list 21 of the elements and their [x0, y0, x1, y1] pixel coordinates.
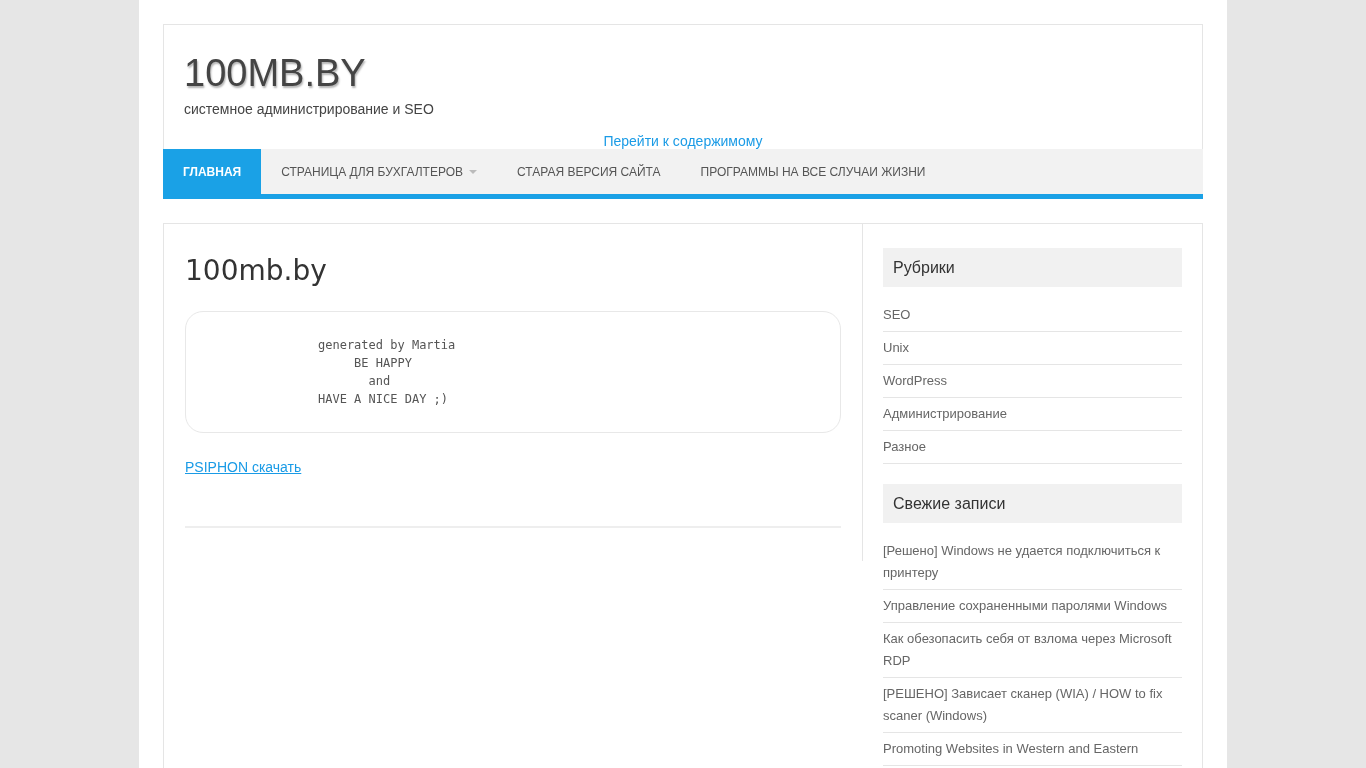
widget-title: Свежие записи: [883, 484, 1182, 523]
nav-item[interactable]: СТРАНИЦА ДЛЯ БУХГАЛТЕРОВ: [261, 149, 497, 194]
sidebar-link[interactable]: Как обезопасить себя от взлома через Microsoft RDP: [883, 628, 1182, 672]
widget-title: Рубрики: [883, 248, 1182, 287]
sidebar-link[interactable]: SEO: [883, 304, 1182, 326]
sidebar-link[interactable]: [РЕШЕНО] Зависает сканер (WIA) / HOW to fix scaner (Windows): [883, 683, 1182, 727]
code-block: generated by Martia BE HAPPY and HAVE A NICE DAY ;): [185, 311, 841, 433]
site-tagline: системное администрирование и SEO: [184, 101, 435, 117]
nav-item[interactable]: СТАРАЯ ВЕРСИЯ САЙТА: [497, 149, 681, 194]
sidebar-link[interactable]: Unix: [883, 337, 1182, 359]
skip-link[interactable]: Перейти к содержимому: [603, 133, 763, 149]
sidebar-link[interactable]: Разное: [883, 436, 1182, 458]
download-link[interactable]: PSIPHON скачать: [185, 459, 302, 475]
post-title: 100mb.by: [185, 254, 328, 287]
sidebar-link[interactable]: WordPress: [883, 370, 1182, 392]
sidebar-link[interactable]: Promoting Websites in Western and Eastern: [883, 738, 1182, 760]
site-title[interactable]: 100MB.BY: [184, 51, 366, 95]
sidebar-link[interactable]: Администрирование: [883, 403, 1182, 425]
nav-item[interactable]: ПРОГРАММЫ НА ВСЕ СЛУЧАИ ЖИЗНИ: [680, 149, 946, 194]
sidebar-link[interactable]: Управление сохраненными паролями Windows: [883, 595, 1182, 617]
sidebar-link[interactable]: [Решено] Windows не удается подключиться к принтеру: [883, 540, 1182, 584]
